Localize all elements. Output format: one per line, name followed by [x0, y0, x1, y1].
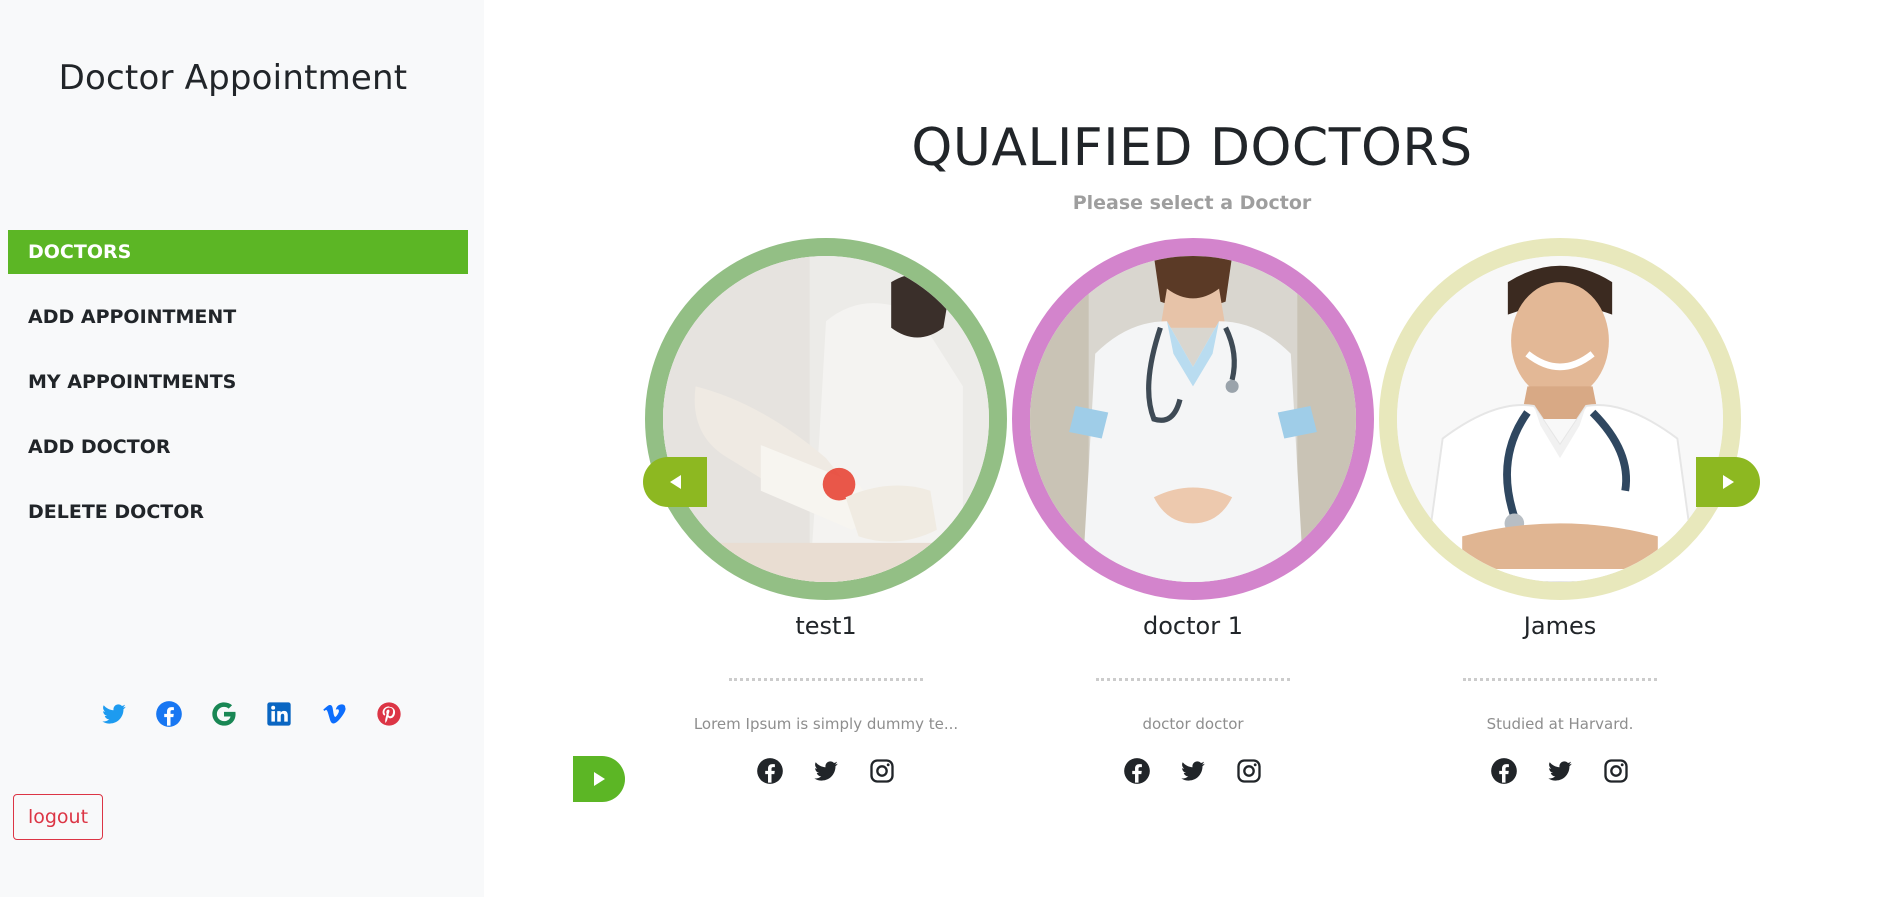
nav-item-delete-doctor[interactable]: DELETE DOCTOR	[8, 490, 468, 534]
doctor-card[interactable]: James Studied at Harvard.	[1379, 238, 1741, 785]
play-icon	[593, 772, 605, 786]
arrow-right-icon	[1722, 475, 1734, 489]
page-title: QUALIFIED DOCTORS	[911, 118, 1473, 178]
nav-label: DELETE DOCTOR	[28, 501, 205, 523]
doctor-photo-image	[1030, 256, 1356, 582]
doctor-name: doctor 1	[1143, 612, 1243, 640]
carousel-prev-button[interactable]	[643, 457, 707, 507]
doctor-photo[interactable]	[645, 238, 1007, 600]
app-title: Doctor Appointment	[58, 58, 408, 98]
twitter-icon[interactable]	[812, 757, 840, 785]
facebook-icon[interactable]	[155, 700, 183, 728]
social-links	[100, 700, 403, 728]
doctor-photo[interactable]	[1379, 238, 1741, 600]
carousel-next-button[interactable]	[1696, 457, 1760, 507]
divider	[1096, 678, 1290, 681]
instagram-icon[interactable]	[1602, 757, 1630, 785]
autoplay-button[interactable]	[573, 756, 625, 802]
divider	[1463, 678, 1657, 681]
twitter-icon[interactable]	[100, 700, 128, 728]
doctor-social-links	[1012, 757, 1374, 785]
google-icon[interactable]	[210, 700, 238, 728]
doctor-description: Lorem Ipsum is simply dummy te...	[693, 715, 959, 733]
nav-label: DOCTORS	[28, 241, 132, 263]
doctor-social-links	[1379, 757, 1741, 785]
pinterest-icon[interactable]	[375, 700, 403, 728]
twitter-icon[interactable]	[1546, 757, 1574, 785]
doctor-card[interactable]: doctor 1 doctor doctor	[1012, 238, 1374, 785]
doctor-social-links	[645, 757, 1007, 785]
arrow-left-icon	[669, 475, 681, 489]
page-subtitle: Please select a Doctor	[1072, 192, 1312, 214]
instagram-icon[interactable]	[1235, 757, 1263, 785]
nav-item-add-doctor[interactable]: ADD DOCTOR	[8, 425, 468, 469]
linkedin-icon[interactable]	[265, 700, 293, 728]
nav-item-add-appointment[interactable]: ADD APPOINTMENT	[8, 295, 468, 339]
divider	[729, 678, 923, 681]
instagram-icon[interactable]	[868, 757, 896, 785]
nav-item-my-appointments[interactable]: MY APPOINTMENTS	[8, 360, 468, 404]
doctor-name: James	[1523, 612, 1597, 640]
facebook-icon[interactable]	[1490, 757, 1518, 785]
nav-label: ADD DOCTOR	[28, 436, 171, 458]
doctor-photo-image	[1397, 256, 1723, 582]
facebook-icon[interactable]	[756, 757, 784, 785]
sidebar: Doctor Appointment DOCTORS ADD APPOINTME…	[0, 0, 484, 897]
doctor-card[interactable]: test1 Lorem Ipsum is simply dummy te...	[645, 238, 1007, 785]
doctor-description: Studied at Harvard.	[1486, 715, 1634, 733]
doctor-name: test1	[795, 612, 857, 640]
doctor-description: doctor doctor	[1142, 715, 1244, 733]
doctor-photo-image	[663, 256, 989, 582]
nav-label: ADD APPOINTMENT	[28, 306, 237, 328]
twitter-icon[interactable]	[1179, 757, 1207, 785]
doctor-photo[interactable]	[1012, 238, 1374, 600]
facebook-icon[interactable]	[1123, 757, 1151, 785]
logout-button[interactable]: logout	[13, 794, 103, 840]
nav-item-doctors[interactable]: DOCTORS	[8, 230, 468, 274]
nav-label: MY APPOINTMENTS	[28, 371, 237, 393]
vimeo-icon[interactable]	[320, 700, 348, 728]
